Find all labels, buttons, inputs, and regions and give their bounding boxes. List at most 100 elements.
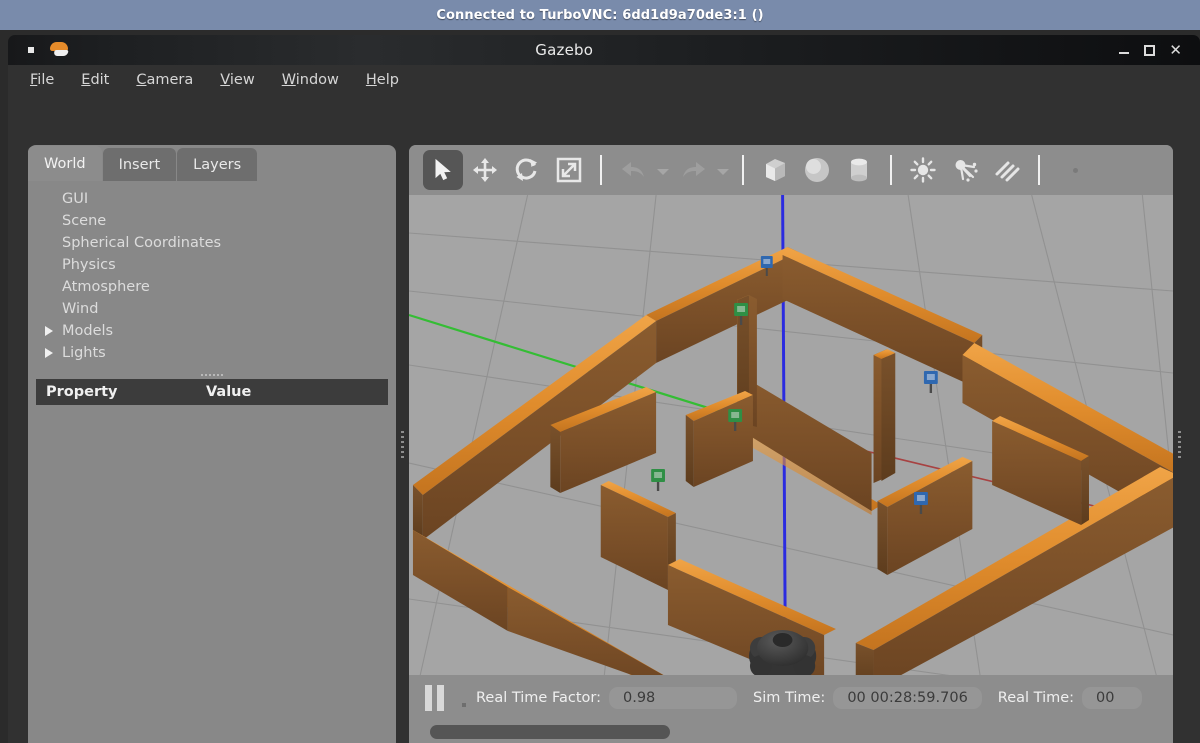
move-arrows-icon <box>472 157 498 183</box>
render-panel: Real Time Factor: 0.98 Sim Time: 00 00:2… <box>409 145 1173 743</box>
splitter-grip-icon <box>201 373 223 376</box>
menu-help[interactable]: Help <box>366 72 399 88</box>
tree-item-physics[interactable]: Physics <box>62 254 396 276</box>
tab-label: World <box>44 155 86 172</box>
redo-tool-button[interactable] <box>673 150 713 190</box>
toolbar-separator <box>742 155 744 185</box>
tree-item-scene[interactable]: Scene <box>62 210 396 232</box>
mobile-robot <box>748 630 817 680</box>
menubar: File Edit Camera View Window Help <box>8 65 1200 95</box>
menu-edit[interactable]: Edit <box>81 72 109 88</box>
3d-viewport[interactable] <box>409 195 1173 690</box>
window-title: Gazebo <box>535 41 594 59</box>
tree-item-wind[interactable]: Wind <box>62 298 396 320</box>
redo-dropdown-button[interactable] <box>715 150 731 190</box>
directional-light-icon <box>992 156 1022 184</box>
toolbar-separator <box>1038 155 1040 185</box>
column-header-property: Property <box>46 384 118 400</box>
scale-tool-button[interactable] <box>549 150 589 190</box>
box-icon <box>760 155 790 185</box>
world-tree: GUI Scene Spherical Coordinates Physics … <box>28 180 396 368</box>
tree-item-spherical-coordinates[interactable]: Spherical Coordinates <box>62 232 396 254</box>
select-tool-button[interactable] <box>423 150 463 190</box>
chevron-down-icon <box>657 169 669 175</box>
point-light-icon <box>909 156 937 184</box>
sim-time-label: Sim Time: <box>752 690 826 706</box>
cursor-arrow-icon <box>431 158 455 182</box>
render-right-splitter[interactable] <box>1173 145 1186 743</box>
tree-item-label: Scene <box>62 213 107 229</box>
sphere-tool-button[interactable] <box>797 150 837 190</box>
point-light-tool-button[interactable] <box>903 150 943 190</box>
undo-tool-button[interactable] <box>613 150 653 190</box>
real-time-value: 00 <box>1082 687 1143 709</box>
close-icon[interactable]: ✕ <box>1169 42 1182 58</box>
panel-vertical-splitter[interactable] <box>396 145 409 743</box>
tree-item-lights[interactable]: Lights <box>45 342 396 364</box>
tree-item-models[interactable]: Models <box>45 320 396 342</box>
main-body: GUI Scene Spherical Coordinates Physics … <box>8 95 1200 743</box>
tree-item-atmosphere[interactable]: Atmosphere <box>62 276 396 298</box>
toolbar-separator <box>600 155 602 185</box>
tree-item-gui[interactable]: GUI <box>62 188 396 210</box>
tab-layers[interactable]: Layers <box>177 148 258 181</box>
toolbar-overflow-icon[interactable] <box>1073 167 1078 173</box>
tab-insert[interactable]: Insert <box>102 148 177 181</box>
tab-world[interactable]: World <box>28 146 102 181</box>
property-table-body <box>36 405 388 743</box>
chevron-down-icon <box>717 169 729 175</box>
tree-item-label: Lights <box>62 345 106 361</box>
tree-item-label: Spherical Coordinates <box>62 235 222 251</box>
chevron-right-icon[interactable] <box>45 348 53 358</box>
pause-icon[interactable] <box>425 685 444 711</box>
tab-label: Layers <box>193 156 242 173</box>
scrollbar-thumb[interactable] <box>430 725 670 739</box>
tree-item-label: Physics <box>62 257 116 273</box>
property-table-header: Property Value <box>36 379 388 405</box>
real-time-factor-label: Real Time Factor: <box>476 690 601 706</box>
window-controls: ✕ <box>1118 42 1182 58</box>
maximize-icon[interactable] <box>1144 44 1156 56</box>
tree-item-label: Atmosphere <box>62 279 150 295</box>
real-time-label: Real Time: <box>997 690 1075 706</box>
translate-tool-button[interactable] <box>465 150 505 190</box>
world-panel: GUI Scene Spherical Coordinates Physics … <box>28 145 396 743</box>
real-time-factor-value: 0.98 <box>608 687 737 709</box>
splitter-grip-icon <box>401 430 404 458</box>
minimize-icon[interactable] <box>1118 44 1130 56</box>
rotate-icon <box>514 157 540 183</box>
menu-camera[interactable]: Camera <box>136 72 193 88</box>
gazebo-logo-icon <box>48 41 70 59</box>
spot-light-icon <box>951 156 979 184</box>
redo-arrow-icon <box>680 158 707 182</box>
box-tool-button[interactable] <box>755 150 795 190</box>
panel-horizontal-splitter[interactable] <box>28 370 396 379</box>
vnc-connection-bar: Connected to TurboVNC: 6dd1d9a70de3:1 () <box>0 0 1200 30</box>
undo-arrow-icon <box>620 158 647 182</box>
dir-light-tool-button[interactable] <box>987 150 1027 190</box>
window-titlebar: Gazebo ✕ <box>8 35 1200 65</box>
tab-label: Insert <box>118 156 161 173</box>
undo-dropdown-button[interactable] <box>655 150 671 190</box>
step-icon[interactable] <box>462 703 466 707</box>
tree-item-label: GUI <box>62 191 89 207</box>
menu-view[interactable]: View <box>220 72 254 88</box>
render-toolbar <box>409 145 1173 195</box>
sphere-icon <box>802 155 832 185</box>
toolbar-separator <box>890 155 892 185</box>
wall-inner-3 <box>873 349 896 483</box>
cylinder-icon <box>844 155 874 185</box>
spot-light-tool-button[interactable] <box>945 150 985 190</box>
menu-file[interactable]: File <box>30 72 54 88</box>
horizontal-scrollbar[interactable] <box>409 721 1173 743</box>
tree-item-label: Wind <box>62 301 99 317</box>
gazebo-window: Gazebo ✕ File Edit Camera View Window He… <box>0 30 1200 743</box>
rotate-tool-button[interactable] <box>507 150 547 190</box>
sim-time-value: 00 00:28:59.706 <box>833 687 982 709</box>
chevron-right-icon[interactable] <box>45 326 53 336</box>
menu-window[interactable]: Window <box>282 72 339 88</box>
column-header-value: Value <box>206 384 252 400</box>
cylinder-tool-button[interactable] <box>839 150 879 190</box>
splitter-grip-icon <box>1178 430 1181 458</box>
tree-item-label: Models <box>62 323 114 339</box>
